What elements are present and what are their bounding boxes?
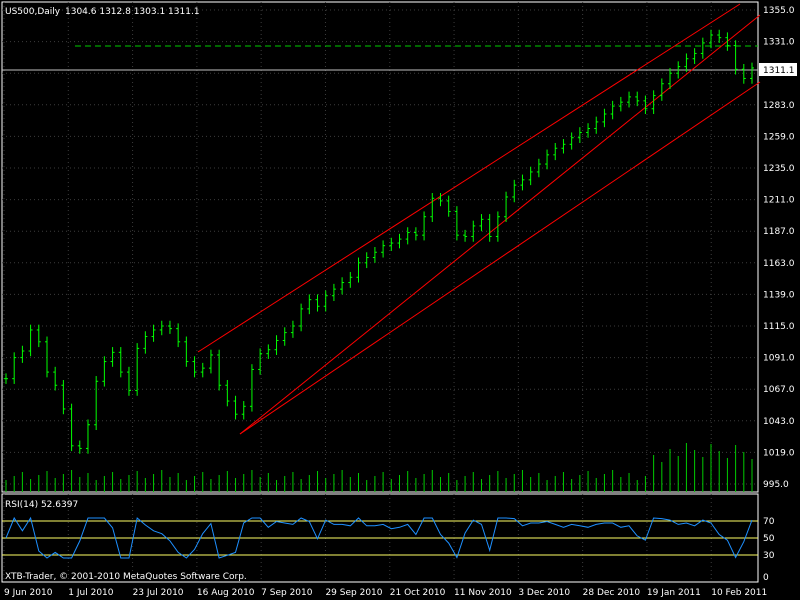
time-tick-label: 23 Jul 2010	[133, 588, 184, 598]
channel-middle-line	[239, 14, 761, 435]
time-tick-label: 29 Sep 2010	[325, 588, 382, 598]
price-tick-label: 1355.0	[763, 6, 795, 16]
ohlc-label: 1304.6 1312.8 1303.1 1311.1	[65, 7, 200, 17]
price-tick-label: 1259.0	[763, 132, 795, 142]
price-tick-label: 1043.0	[763, 417, 795, 427]
current-price-label: 1311.1	[763, 66, 795, 76]
channel-upper-line	[197, 3, 741, 353]
rsi-axis-label-0: 0	[763, 573, 769, 583]
regression-channel	[197, 3, 761, 435]
rsi-label: RSI(14) 52.6397	[5, 500, 78, 510]
price-panel-frame	[1, 1, 759, 493]
time-tick-label: 19 Jan 2011	[647, 588, 701, 598]
time-tick-label: 11 Nov 2010	[454, 588, 512, 598]
price-axis: 1355.01331.01307.01283.01259.01235.01211…	[763, 6, 795, 490]
price-tick-label: 1235.0	[763, 164, 795, 174]
time-tick-label: 28 Dec 2010	[583, 588, 641, 598]
rsi-axis-label-50: 50	[763, 534, 775, 544]
price-tick-label: 1067.0	[763, 385, 795, 395]
symbol-label: US500,Daily	[5, 7, 61, 17]
channel-lower-line	[239, 81, 761, 435]
price-tick-label: 1187.0	[763, 227, 795, 237]
price-tick-label: 1115.0	[763, 322, 795, 332]
time-tick-label: 10 Feb 2011	[711, 588, 767, 598]
rsi-axis-label-70: 70	[763, 517, 775, 527]
time-tick-label: 3 Dec 2010	[518, 588, 570, 598]
price-bars	[4, 29, 754, 454]
price-tick-label: 1019.0	[763, 448, 795, 458]
price-grid	[2, 2, 758, 492]
price-tick-label: 1211.0	[763, 196, 795, 206]
price-tick-label: 1331.0	[763, 38, 795, 48]
time-tick-label: 7 Sep 2010	[261, 588, 313, 598]
copyright-text: XTB-Trader, © 2001-2010 MetaQuotes Softw…	[5, 572, 247, 582]
time-tick-label: 21 Oct 2010	[390, 588, 446, 598]
price-tick-label: 1283.0	[763, 101, 795, 111]
price-tick-label: 1139.0	[763, 290, 795, 300]
price-tick-label: 1091.0	[763, 354, 795, 364]
time-tick-label: 16 Aug 2010	[197, 588, 255, 598]
price-tick-label: 1163.0	[763, 259, 795, 269]
price-tick-label: 995.0	[763, 480, 789, 490]
rsi-axis-label-30: 30	[763, 551, 775, 561]
time-tick-label: 9 Jun 2010	[4, 588, 53, 598]
time-axis: 9 Jun 2010 1 Jul 2010 23 Jul 2010 16 Aug 20…	[4, 588, 767, 598]
volume-bars	[5, 443, 753, 492]
time-tick-label: 1 Jul 2010	[68, 588, 113, 598]
price-chart: 1355.01331.01307.01283.01259.01235.01211…	[1, 1, 797, 598]
